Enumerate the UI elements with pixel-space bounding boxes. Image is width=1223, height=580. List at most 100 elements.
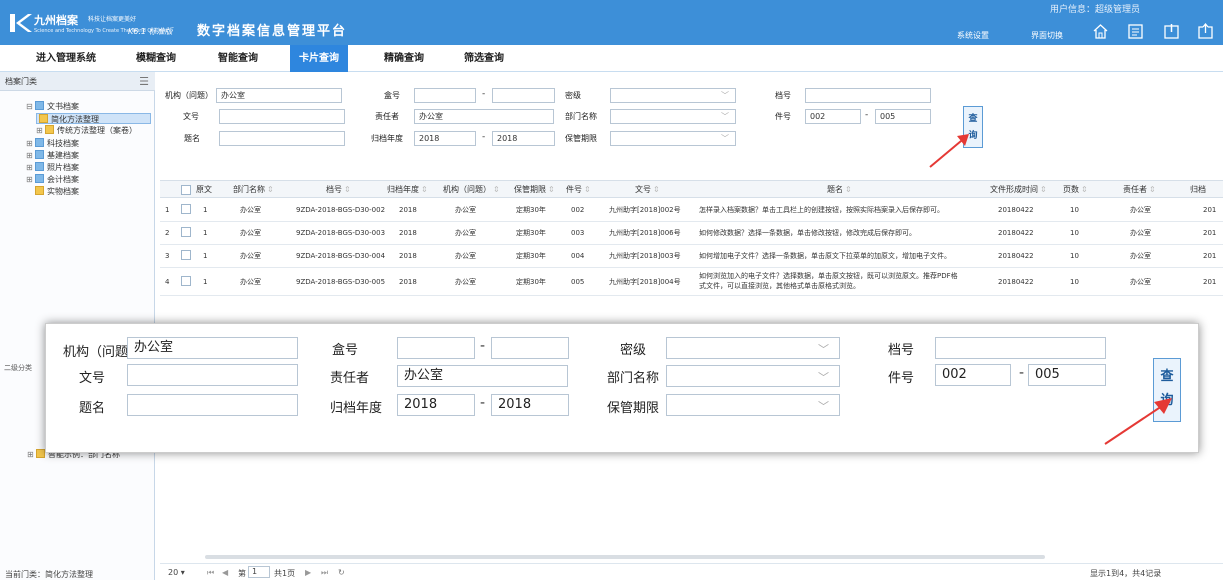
cell-orig[interactable]: 1 [203, 205, 207, 215]
row-index: 4 [165, 278, 170, 286]
zoom-year-to-input[interactable]: 2018 [491, 394, 569, 416]
col-pages[interactable]: 页数 ⇕ [1063, 181, 1088, 199]
table-row[interactable]: 4 1 办公室 9ZDA-2018-BGS-D30-005 2018 办公室 定… [160, 268, 1223, 296]
col-orig[interactable]: 原文 [196, 181, 212, 199]
cell-orig[interactable]: 1 [203, 277, 207, 287]
tree-item-photo[interactable]: ⊞ 照片档案 [26, 162, 79, 173]
col-archive-cut[interactable]: 归档 [1190, 181, 1206, 199]
zoom-title-input[interactable] [127, 394, 298, 416]
zoom-item-from-input[interactable]: 002 [935, 364, 1011, 386]
expand-icon[interactable]: ⊞ [26, 162, 34, 173]
doc-no-label: 文号 [183, 112, 199, 121]
table-row[interactable]: 1 1 办公室 9ZDA-2018-BGS-D30-002 2018 办公室 定… [160, 198, 1223, 222]
org-input[interactable]: 办公室 [216, 88, 342, 103]
home-icon[interactable] [1092, 23, 1109, 40]
nav-filter-query[interactable]: 筛选查询 [464, 45, 504, 72]
tree-item-physical[interactable]: 实物档案 [35, 186, 79, 197]
page-size-select[interactable]: 20 ▾ [168, 568, 185, 577]
dept-select[interactable]: ﹀ [610, 109, 736, 124]
collapse-icon[interactable]: ⊟ [26, 101, 34, 112]
folder-icon [35, 186, 44, 195]
zoom-owner-input[interactable]: 办公室 [397, 365, 568, 387]
col-archive-no[interactable]: 档号 ⇕ [326, 181, 351, 199]
system-settings-link[interactable]: 系统设置 [957, 30, 989, 41]
col-title[interactable]: 题名 ⇕ [827, 181, 852, 199]
nav-fuzzy-query[interactable]: 模糊查询 [136, 45, 176, 72]
box-from-input[interactable] [414, 88, 476, 103]
tree-item-traditional[interactable]: ⊞ 传统方法整理（案卷） [36, 125, 137, 136]
tree-item-construction[interactable]: ⊞ 基建档案 [26, 150, 79, 161]
col-year[interactable]: 归档年度 ⇕ [387, 181, 428, 199]
file-no-input[interactable] [805, 88, 931, 103]
power-icon[interactable] [1163, 23, 1180, 40]
secret-select[interactable]: ﹀ [610, 88, 736, 103]
col-date[interactable]: 文件形成时间 ⇕ [990, 181, 1047, 199]
file-no-label: 档号 [775, 91, 791, 100]
row-checkbox[interactable] [181, 227, 191, 237]
zoom-secret-select[interactable]: ﹀ [666, 337, 840, 359]
zoom-item-to-input[interactable]: 005 [1028, 364, 1106, 386]
document-icon[interactable] [1127, 23, 1144, 40]
expand-icon[interactable]: ⊞ [26, 150, 34, 161]
row-checkbox[interactable] [181, 204, 191, 214]
year-from-input[interactable]: 2018 [414, 131, 476, 146]
horizontal-scrollbar[interactable] [205, 555, 1045, 559]
col-doc-no[interactable]: 文号 ⇕ [635, 181, 660, 199]
table-row[interactable]: 2 1 办公室 9ZDA-2018-BGS-D30-003 2018 办公室 定… [160, 222, 1223, 245]
doc-no-input[interactable] [219, 109, 345, 124]
col-item[interactable]: 件号 ⇕ [566, 181, 591, 199]
expand-icon[interactable]: ⊞ [27, 449, 35, 460]
zoom-year-range-dash: - [480, 395, 486, 411]
col-retention[interactable]: 保管期限 ⇕ [514, 181, 555, 199]
zoom-retention-select[interactable]: ﹀ [666, 394, 840, 416]
tree-item-wenshu[interactable]: ⊟ 文书档案 [26, 101, 79, 112]
zoom-file-no-input[interactable] [935, 337, 1106, 359]
menu-icon[interactable]: ☰ [139, 72, 149, 91]
row-checkbox[interactable] [181, 276, 191, 286]
zoom-box-to-input[interactable] [491, 337, 569, 359]
last-page-icon[interactable]: ⏭ [321, 568, 328, 578]
cell-org: 办公室 [455, 278, 476, 286]
tree-item-tech[interactable]: ⊞ 科技档案 [26, 138, 79, 149]
zoom-dept-label: 部门名称 [607, 371, 660, 386]
zoom-org-input[interactable]: 办公室 [127, 337, 298, 359]
owner-input[interactable]: 办公室 [414, 109, 554, 124]
select-all-checkbox[interactable] [181, 185, 191, 195]
zoom-owner-label: 责任者 [330, 371, 370, 386]
prev-page-icon[interactable]: ◀ [222, 568, 228, 577]
item-to-input[interactable]: 005 [875, 109, 931, 124]
zoom-year-from-input[interactable]: 2018 [397, 394, 475, 416]
cell-orig[interactable]: 1 [203, 228, 207, 238]
exit-icon[interactable] [1197, 23, 1214, 40]
expand-icon[interactable]: ⊞ [26, 174, 34, 185]
box-to-input[interactable] [492, 88, 555, 103]
row-checkbox[interactable] [181, 250, 191, 260]
nav-smart-query[interactable]: 智能查询 [218, 45, 258, 72]
tree-item-simplified[interactable]: 简化方法整理 [36, 113, 151, 124]
zoom-doc-no-input[interactable] [127, 364, 298, 386]
table-row[interactable]: 3 1 办公室 9ZDA-2018-BGS-D30-004 2018 办公室 定… [160, 245, 1223, 268]
zoom-dept-select[interactable]: ﹀ [666, 365, 840, 387]
cell-org: 办公室 [455, 229, 476, 237]
cell-orig[interactable]: 1 [203, 251, 207, 261]
col-org[interactable]: 机构（问题） ⇕ [443, 181, 500, 199]
year-to-input[interactable]: 2018 [492, 131, 555, 146]
refresh-icon[interactable]: ↻ [338, 568, 345, 577]
nav-exact-query[interactable]: 精确查询 [384, 45, 424, 72]
col-owner[interactable]: 责任者 ⇕ [1123, 181, 1156, 199]
ui-switch-link[interactable]: 界面切换 [1031, 30, 1063, 41]
next-page-icon[interactable]: ▶ [305, 568, 311, 577]
expand-icon[interactable]: ⊞ [36, 125, 44, 136]
title-input[interactable] [219, 131, 345, 146]
tree-item-accounting[interactable]: ⊞ 会计档案 [26, 174, 79, 185]
first-page-icon[interactable]: ⏮ [207, 568, 214, 578]
item-from-input[interactable]: 002 [805, 109, 861, 124]
nav-card-query[interactable]: 卡片查询 [290, 45, 348, 72]
expand-icon[interactable]: ⊞ [26, 138, 34, 149]
col-dept[interactable]: 部门名称 ⇕ [233, 181, 274, 199]
zoom-box-label: 盒号 [332, 343, 359, 358]
zoom-box-from-input[interactable] [397, 337, 475, 359]
page-number-input[interactable]: 1 [248, 566, 270, 578]
nav-manage-system[interactable]: 进入管理系统 [36, 45, 96, 72]
retention-select[interactable]: ﹀ [610, 131, 736, 146]
